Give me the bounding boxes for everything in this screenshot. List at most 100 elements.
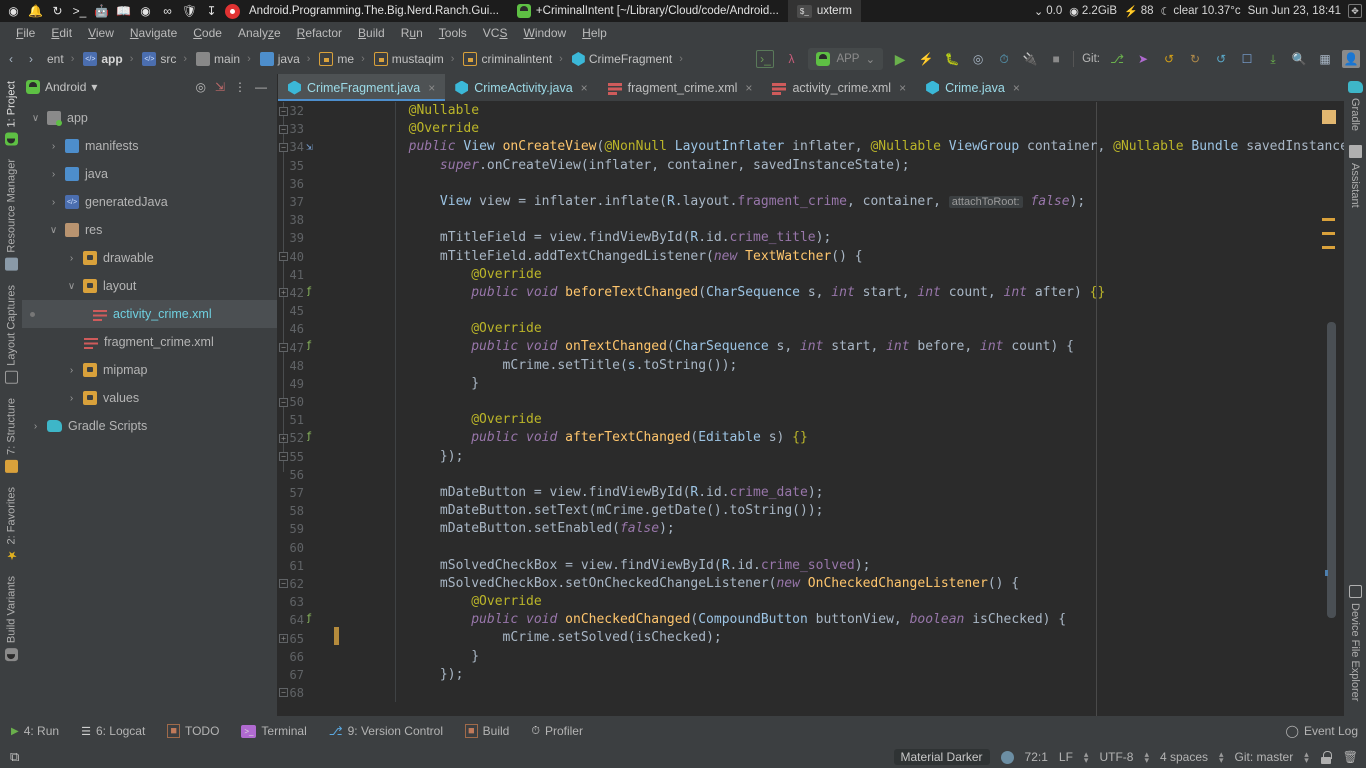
indent-setting[interactable]: 4 spaces xyxy=(1160,750,1208,764)
event-log-button[interactable]: ◯ Event Log xyxy=(1286,724,1358,738)
theme-color-dot[interactable] xyxy=(1001,751,1014,764)
sidebar-item-favorites[interactable]: ★ 2: Favorites xyxy=(5,480,18,569)
breadcrumb-item-mustaqim[interactable]: mustaqim › xyxy=(371,52,461,66)
breadcrumb-item-app[interactable]: app › xyxy=(80,52,139,66)
tree-node-manifests[interactable]: › manifests xyxy=(22,132,277,160)
menu-view[interactable]: View xyxy=(80,24,122,42)
collapse-all-icon[interactable]: ⇲ xyxy=(215,80,225,94)
account-icon[interactable]: 👤 xyxy=(1342,50,1360,68)
tree-node-generatedjava[interactable]: › generatedJava xyxy=(22,188,277,216)
change-stripe-marker[interactable] xyxy=(1322,246,1335,249)
run-coverage-icon[interactable]: ◎ xyxy=(969,50,987,68)
git-branch-indicator[interactable]: Git: master xyxy=(1235,750,1294,764)
menu-edit[interactable]: Edit xyxy=(43,24,80,42)
back-icon[interactable]: ‹ xyxy=(2,50,20,68)
sidebar-item-assistant[interactable]: Assistant xyxy=(1349,138,1362,215)
play-circle-icon[interactable]: ◉ xyxy=(137,3,154,20)
change-stripe-marker[interactable] xyxy=(1322,232,1335,235)
debug-lightning-icon[interactable]: ⚡ xyxy=(917,50,935,68)
menu-navigate[interactable]: Navigate xyxy=(122,24,185,42)
close-icon[interactable]: × xyxy=(899,81,906,95)
chevron-right-icon[interactable]: › xyxy=(66,393,77,404)
sync-gradle-icon[interactable]: ↺ xyxy=(1212,50,1230,68)
menu-vcs[interactable]: VCS xyxy=(475,24,516,42)
bottom-item-terminal[interactable]: >_ Terminal xyxy=(230,724,317,738)
taskbar-item-book[interactable]: Android.Programming.The.Big.Nerd.Ranch.G… xyxy=(240,0,508,22)
change-stripe-marker[interactable] xyxy=(1322,218,1335,221)
breadcrumb-item-crimefragment[interactable]: CrimeFragment › xyxy=(569,52,689,66)
bottom-item-run[interactable]: ▶ 4: Run xyxy=(0,724,70,738)
history-icon[interactable]: ↺ xyxy=(1160,50,1178,68)
menu-build[interactable]: Build xyxy=(350,24,393,42)
sdk-manager-icon[interactable]: ⤓ xyxy=(1264,50,1282,68)
taskbar-item-criminalintent[interactable]: +CriminalIntent [~/Library/Cloud/code/An… xyxy=(508,0,788,22)
menu-run[interactable]: Run xyxy=(393,24,431,42)
chevron-right-icon[interactable]: › xyxy=(48,169,59,180)
implementing-method-icon[interactable]: ⇲ xyxy=(306,140,320,154)
android-icon[interactable]: 🤖 xyxy=(93,3,110,20)
chevron-right-icon[interactable]: › xyxy=(48,197,59,208)
theme-indicator[interactable]: Material Darker xyxy=(894,749,990,765)
shield-icon[interactable]: 🛡 xyxy=(181,3,198,20)
menu-file[interactable]: File xyxy=(8,24,43,42)
tab-crime-java[interactable]: Crime.java × xyxy=(916,74,1030,101)
menu-analyze[interactable]: Analyze xyxy=(230,24,289,42)
chevron-right-icon[interactable]: › xyxy=(30,421,41,432)
profiler-icon[interactable]: ⏱ xyxy=(995,50,1013,68)
book-icon[interactable]: 📖 xyxy=(115,3,132,20)
close-icon[interactable]: × xyxy=(581,81,588,95)
run-icon[interactable]: ▶ xyxy=(891,50,909,68)
sidebar-item-resource-manager[interactable]: Resource Manager xyxy=(5,152,18,278)
link-icon[interactable]: ∞ xyxy=(159,3,176,20)
chevron-updown-icon[interactable]: ▴▾ xyxy=(1219,751,1224,763)
menu-window[interactable]: Window xyxy=(515,24,574,42)
bottom-item-build[interactable]: ■ Build xyxy=(454,724,520,738)
download-icon[interactable]: ↧ xyxy=(203,3,220,20)
debug-bug-icon[interactable]: 🐛 xyxy=(943,50,961,68)
target-icon[interactable]: ◎ xyxy=(195,80,205,94)
chevron-right-icon[interactable]: › xyxy=(66,253,77,264)
lambda-marker-icon[interactable]: ƒ xyxy=(306,431,320,445)
chevron-updown-icon[interactable]: ▴▾ xyxy=(1084,751,1089,763)
sidebar-item-build-variants[interactable]: Build Variants xyxy=(5,569,18,668)
breadcrumb-item-project[interactable]: ent › xyxy=(44,52,80,66)
tree-node-mipmap[interactable]: › mipmap xyxy=(22,356,277,384)
bottom-item-todo[interactable]: ■ TODO xyxy=(156,724,230,738)
tree-node-values[interactable]: › values xyxy=(22,384,277,412)
tree-node-gradle-scripts[interactable]: › Gradle Scripts xyxy=(22,412,277,440)
tree-node-app[interactable]: ∨ app xyxy=(22,104,277,132)
editor-gutter[interactable]: − − − − + − − + − − + − 32 33 34⇲ 35 36 … xyxy=(278,102,340,716)
file-encoding[interactable]: UTF-8 xyxy=(1099,750,1133,764)
bottom-item-logcat[interactable]: ☰ 6: Logcat xyxy=(70,724,156,738)
menu-refactor[interactable]: Refactor xyxy=(289,24,350,42)
code-editor[interactable]: − − − − + − − + − − + − 32 33 34⇲ 35 36 … xyxy=(278,102,1344,716)
close-icon[interactable]: × xyxy=(428,81,435,95)
sidebar-item-structure[interactable]: 7: Structure xyxy=(5,391,18,480)
tab-crimeactivity-java[interactable]: CrimeActivity.java × xyxy=(445,74,597,101)
chevron-right-icon[interactable]: › xyxy=(66,365,77,376)
avd-icon[interactable]: ☐ xyxy=(1238,50,1256,68)
caret-position[interactable]: 72:1 xyxy=(1025,750,1048,764)
breadcrumb-item-src[interactable]: src › xyxy=(139,52,193,66)
menu-code[interactable]: Code xyxy=(185,24,230,42)
scrollbar-thumb[interactable] xyxy=(1327,322,1336,618)
tree-node-drawable[interactable]: › drawable xyxy=(22,244,277,272)
tree-node-fragment-crime-xml[interactable]: fragment_crime.xml xyxy=(22,328,277,356)
power-icon[interactable]: ◉ xyxy=(5,3,22,20)
error-stripe-marker[interactable] xyxy=(1322,110,1336,124)
lambda-marker-icon[interactable]: ƒ xyxy=(306,340,320,354)
rollback-icon[interactable]: ↻ xyxy=(1186,50,1204,68)
sidebar-item-gradle[interactable]: Gradle xyxy=(1348,74,1363,138)
bottom-item-profiler[interactable]: ⏱ Profiler xyxy=(520,724,594,738)
code-text-area[interactable]: @Nullable @Override public View onCreate… xyxy=(340,102,1344,716)
project-view-selector[interactable]: Android ▾ xyxy=(26,80,97,94)
branch-icon[interactable]: ⎇ xyxy=(1108,50,1126,68)
terminal-prompt-icon[interactable]: >_ xyxy=(71,3,88,20)
stop-icon[interactable]: ■ xyxy=(1047,50,1065,68)
tab-fragment-crime-xml[interactable]: fragment_crime.xml × xyxy=(598,74,763,101)
forward-icon[interactable]: › xyxy=(22,50,40,68)
run-configuration-selector[interactable]: APP ⌄ xyxy=(808,48,883,70)
close-icon[interactable]: × xyxy=(745,81,752,95)
attach-debugger-icon[interactable]: 🔌 xyxy=(1021,50,1039,68)
close-icon[interactable]: × xyxy=(1013,81,1020,95)
